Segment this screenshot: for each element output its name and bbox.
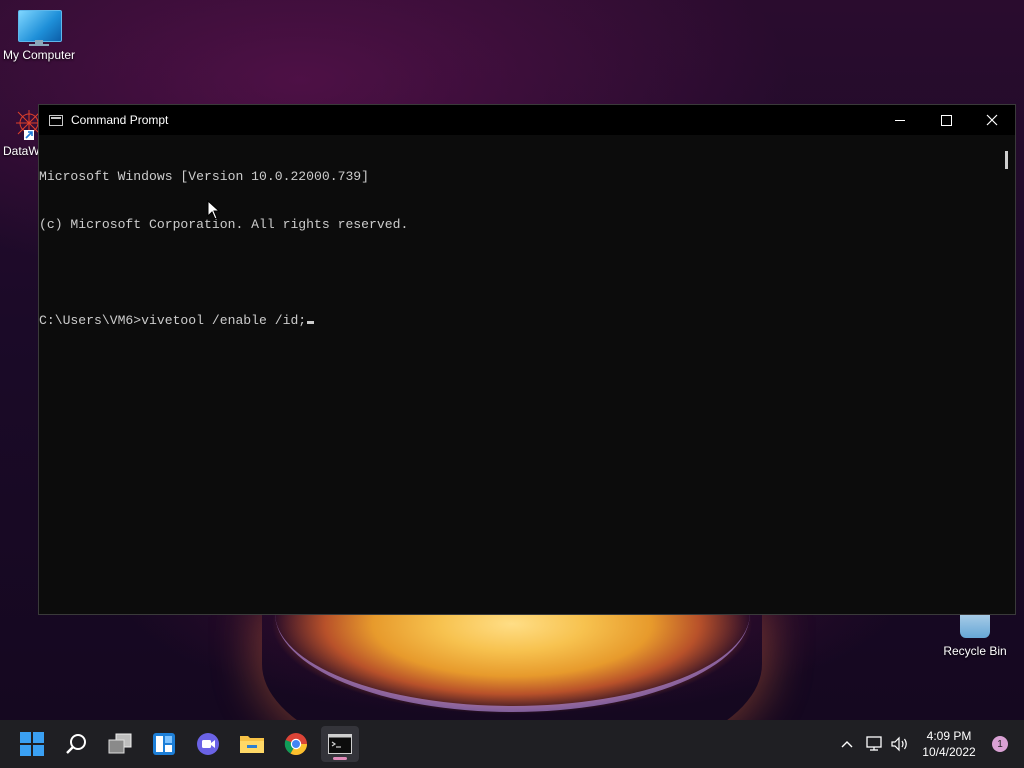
- notification-badge: 1: [992, 736, 1008, 752]
- console-command: C:\Users\VM6>vivetool /enable /id;: [39, 313, 307, 328]
- text-cursor: [307, 321, 315, 324]
- chat-icon: [197, 733, 219, 755]
- scrollbar-thumb[interactable]: [1005, 151, 1008, 169]
- command-prompt-icon: [49, 114, 63, 126]
- chrome-button[interactable]: [277, 726, 315, 762]
- monitor-icon: [18, 10, 62, 46]
- start-icon: [20, 732, 44, 756]
- desktop-icon-recycle-bin[interactable]: Recycle Bin: [936, 612, 1014, 658]
- console-line: (c) Microsoft Corporation. All rights re…: [39, 217, 409, 232]
- maximize-button[interactable]: [923, 105, 969, 135]
- file-explorer-button[interactable]: [233, 726, 271, 762]
- close-icon: [986, 114, 998, 126]
- desktop-icon-my-computer[interactable]: My Computer: [0, 10, 78, 62]
- clock-button[interactable]: 4:09 PM 10/4/2022: [914, 720, 984, 768]
- close-button[interactable]: [969, 105, 1015, 135]
- console-output[interactable]: Microsoft Windows [Version 10.0.22000.73…: [39, 135, 999, 614]
- console-line: Microsoft Windows [Version 10.0.22000.73…: [39, 169, 370, 184]
- desktop-icon-label: Recycle Bin: [943, 644, 1007, 658]
- vertical-scrollbar[interactable]: [999, 135, 1015, 614]
- recycle-bin-icon: [960, 612, 990, 638]
- search-icon: [66, 734, 86, 754]
- minimize-button[interactable]: [877, 105, 923, 135]
- console-prompt-line[interactable]: C:\Users\VM6>vivetool /enable /id;: [39, 313, 999, 329]
- taskbar: 4:09 PM 10/4/2022 1: [0, 720, 1024, 768]
- widgets-icon: [153, 733, 175, 755]
- chat-button[interactable]: [189, 726, 227, 762]
- volume-button[interactable]: [888, 720, 912, 768]
- minimize-icon: [895, 119, 905, 121]
- notifications-button[interactable]: 1: [988, 720, 1012, 768]
- clock-date: 10/4/2022: [922, 745, 976, 759]
- clock: 4:09 PM 10/4/2022: [922, 728, 975, 760]
- task-view-button[interactable]: [101, 726, 139, 762]
- window-title: Command Prompt: [71, 113, 169, 127]
- active-app-indicator: [333, 757, 347, 760]
- clock-time: 4:09 PM: [926, 729, 972, 743]
- mouse-pointer-icon: [207, 200, 221, 220]
- file-explorer-icon: [240, 736, 264, 753]
- terminal-button[interactable]: [321, 726, 359, 762]
- task-view-icon: [108, 733, 132, 754]
- network-icon: [866, 736, 882, 751]
- window-controls: [877, 105, 1015, 135]
- terminal-icon: [328, 734, 352, 754]
- desktop-icon-label: My Computer: [2, 48, 76, 62]
- widgets-button[interactable]: [145, 726, 183, 762]
- search-button[interactable]: [57, 726, 95, 762]
- show-hidden-icons-button[interactable]: [836, 720, 858, 768]
- chrome-icon: [284, 733, 307, 755]
- volume-icon: [891, 736, 907, 752]
- network-button[interactable]: [862, 720, 886, 768]
- window-titlebar[interactable]: Command Prompt: [39, 105, 1015, 135]
- chevron-up-icon: [841, 741, 853, 748]
- start-button[interactable]: [13, 726, 51, 762]
- maximize-icon: [940, 114, 952, 126]
- desktop-icon-label: DataW: [3, 144, 40, 158]
- command-prompt-window[interactable]: Command Prompt Microsoft Windows [Versio…: [38, 104, 1016, 615]
- desktop-icon-dataw[interactable]: DataW: [0, 108, 42, 158]
